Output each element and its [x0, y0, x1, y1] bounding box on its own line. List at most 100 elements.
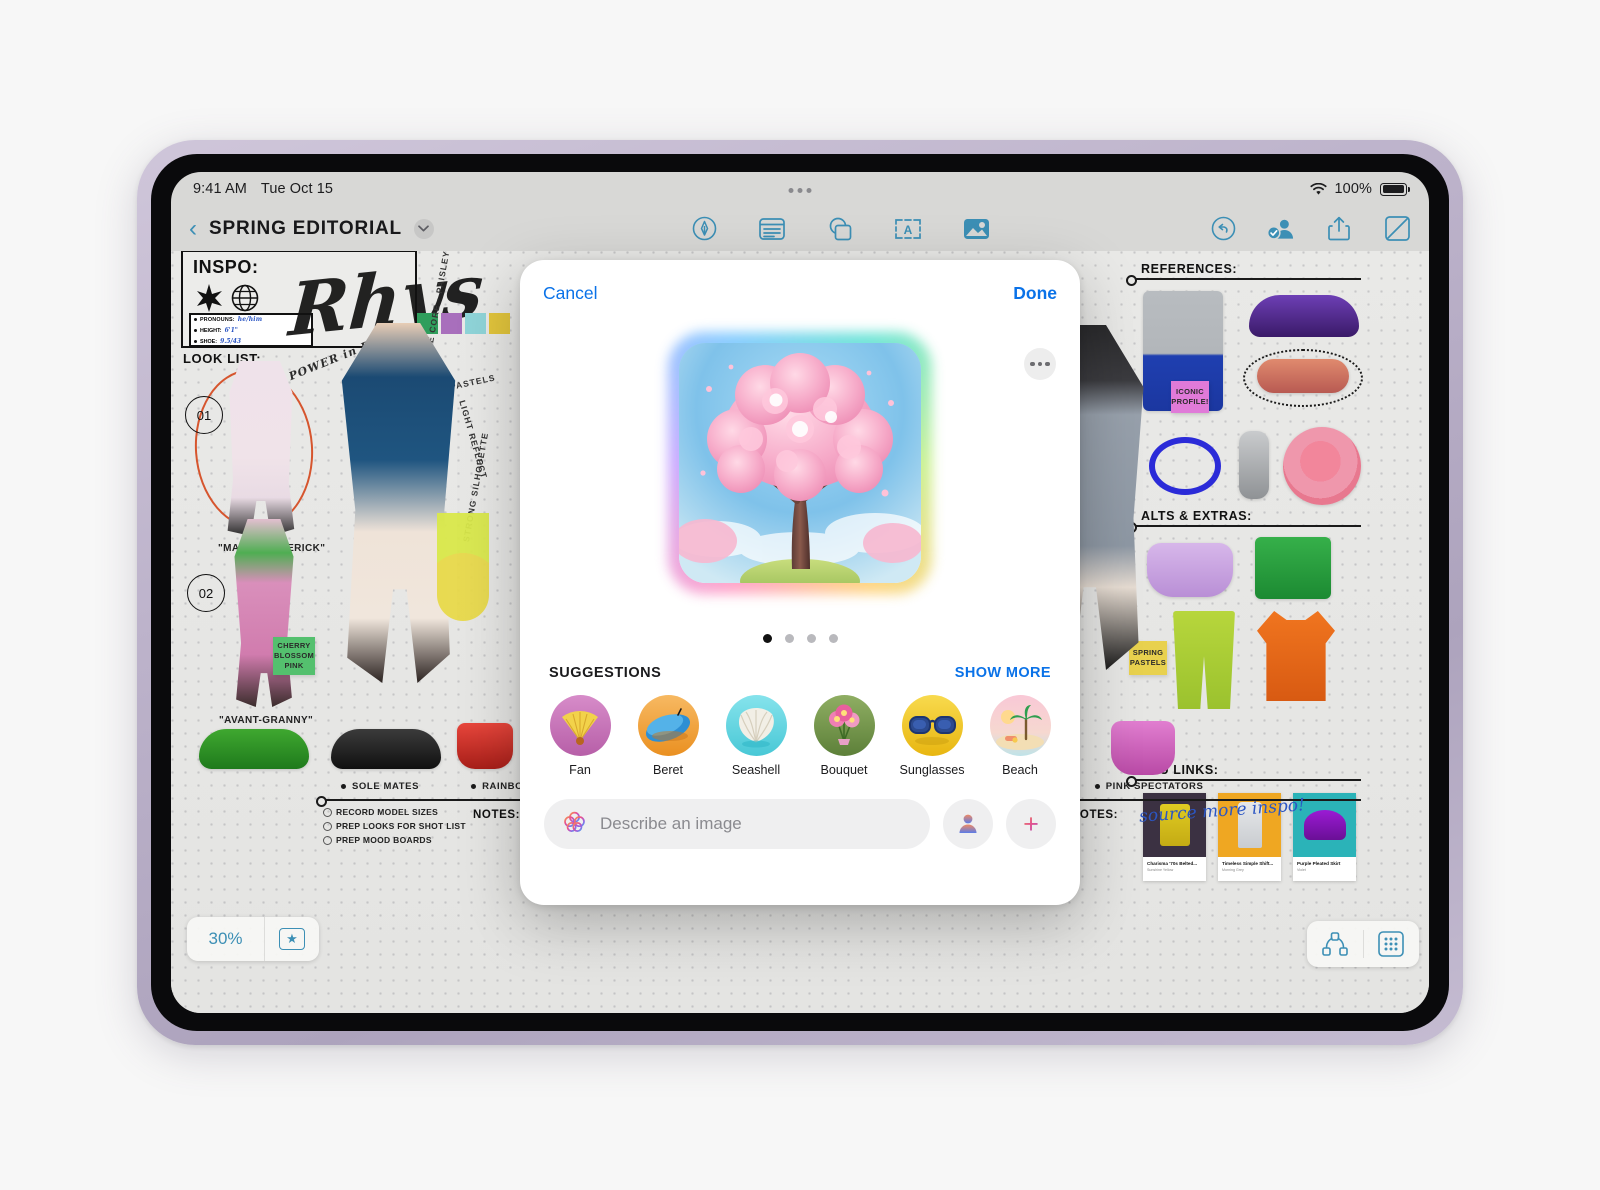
look-01-number: 01 — [185, 396, 223, 434]
mesh-tote-bag[interactable] — [437, 513, 489, 621]
suggestion-label: Beach — [1002, 763, 1038, 777]
ipad-device-frame: INSPO: PRONOUNS: he/him HEIGHT: 6'1" SHO… — [137, 140, 1463, 1045]
grid-icon[interactable] — [1364, 931, 1420, 957]
red-boots-photo[interactable] — [457, 723, 513, 769]
swatch — [441, 313, 462, 334]
lilac-handbag-photo[interactable] — [1147, 543, 1233, 597]
silver-earrings-photo[interactable] — [1239, 431, 1269, 499]
device-screen: INSPO: PRONOUNS: he/him HEIGHT: 6'1" SHO… — [171, 172, 1429, 1013]
generated-image-card[interactable] — [668, 332, 932, 594]
checklist-label: PREP MOOD BOARDS — [336, 835, 432, 845]
photo-media-icon[interactable] — [962, 215, 990, 243]
sticky-note-iconic-profile[interactable]: ICONIC PROFILE! — [1171, 381, 1209, 413]
suggestion-label: Beret — [652, 763, 684, 777]
checkbox-icon[interactable] — [323, 835, 332, 845]
note-card-icon[interactable] — [758, 215, 786, 243]
favorite-button[interactable]: ★ — [265, 928, 319, 950]
profile-field-pronouns: PRONOUNS: he/him — [194, 316, 262, 323]
suggestion-label: Seashell — [731, 763, 781, 777]
look-02-number: 02 — [187, 574, 225, 612]
bouquet-icon — [813, 695, 875, 756]
generated-image-stage — [520, 326, 1080, 626]
ellipsis-icon[interactable] — [1024, 348, 1056, 380]
status-bar-right: 100% — [1309, 181, 1410, 197]
references-heading: REFERENCES: — [1141, 262, 1238, 276]
undo-icon[interactable] — [1209, 215, 1237, 243]
generated-image[interactable] — [679, 343, 921, 583]
toolbar-left: ‹ SPRING EDITORIAL — [189, 216, 489, 241]
text-box-icon[interactable]: A — [894, 215, 922, 243]
beach-icon — [989, 695, 1051, 756]
prompt-row: Describe an image + — [520, 777, 1080, 849]
zoom-level-value[interactable]: 30% — [187, 929, 264, 949]
globe-icon — [231, 284, 259, 312]
orange-tank-top-photo[interactable] — [1257, 611, 1335, 701]
status-date: Tue Oct 15 — [260, 181, 334, 197]
star-burst-icon — [197, 284, 222, 312]
share-icon[interactable] — [1325, 215, 1353, 243]
shapes-icon[interactable] — [826, 215, 854, 243]
chevron-left-icon[interactable]: ‹ — [189, 216, 197, 241]
page-dots[interactable] — [520, 634, 1080, 643]
profile-label: PRONOUNS: — [200, 316, 235, 323]
swatch — [465, 313, 486, 334]
person-button[interactable] — [943, 799, 993, 849]
sticky-note-spring-pastels[interactable]: SPRING PASTELS — [1129, 641, 1167, 675]
canvas-view-controls[interactable] — [1307, 921, 1419, 967]
profile-label: HEIGHT: — [200, 327, 222, 334]
wifi-icon — [1309, 182, 1327, 196]
green-tote-bag-photo[interactable] — [1255, 537, 1331, 599]
suggestion-bouquet[interactable]: Bouquet — [808, 695, 880, 777]
cancel-button[interactable]: Cancel — [543, 283, 597, 304]
checkbox-icon[interactable] — [323, 821, 332, 831]
suggestions-title: SUGGESTIONS — [549, 665, 662, 681]
sticky-note-cherry-blossom[interactable]: CHERRY BLOSSOM PINK — [273, 637, 315, 675]
screenshot-root: INSPO: PRONOUNS: he/him HEIGHT: 6'1" SHO… — [0, 0, 1600, 1190]
lime-trousers-photo[interactable] — [1173, 611, 1235, 709]
suggestion-beach[interactable]: Beach — [984, 695, 1056, 777]
look-tag: PINK SPECTATORS — [1095, 781, 1204, 792]
checklist-left-item[interactable]: RECORD MODEL SIZES — [323, 807, 438, 817]
look-tag: SOLE MATES — [341, 781, 419, 792]
purple-visor-sunglasses-photo[interactable] — [1249, 295, 1359, 337]
pink-boots-photo[interactable] — [1111, 721, 1175, 775]
profile-value: 6'1" — [224, 327, 238, 334]
suggestion-beret[interactable]: Beret — [632, 695, 704, 777]
peony-flower-photo[interactable] — [1283, 427, 1361, 505]
alts-extras-rule — [1126, 522, 1361, 533]
chevron-down-icon[interactable] — [413, 218, 434, 239]
green-loafers-photo[interactable] — [199, 729, 309, 769]
suggestion-label: Sunglasses — [899, 763, 965, 777]
status-time: 9:41 AM — [193, 181, 247, 197]
suggestion-seashell[interactable]: Seashell — [720, 695, 792, 777]
page-dot-active[interactable] — [762, 634, 772, 643]
checklist-label: RECORD MODEL SIZES — [336, 807, 439, 817]
show-more-button[interactable]: SHOW MORE — [955, 665, 1051, 681]
device-bezel: INSPO: PRONOUNS: he/him HEIGHT: 6'1" SHO… — [151, 154, 1449, 1031]
node-diagram-icon[interactable] — [1307, 932, 1363, 956]
battery-icon — [1380, 182, 1410, 196]
person-check-icon[interactable] — [1267, 215, 1295, 243]
suggestion-fan[interactable]: Fan — [544, 695, 616, 777]
page-dot[interactable] — [784, 634, 794, 643]
done-button[interactable]: Done — [1013, 283, 1057, 304]
beret-icon — [637, 695, 699, 756]
suggestion-sunglasses[interactable]: Sunglasses — [896, 695, 968, 777]
center-model-photo[interactable] — [341, 323, 456, 683]
add-button[interactable]: + — [1006, 799, 1056, 849]
checklist-left-item[interactable]: PREP LOOKS FOR SHOT LIST — [323, 821, 466, 831]
page-dot[interactable] — [806, 634, 816, 643]
pen-circle-icon[interactable] — [690, 215, 718, 243]
sku-name: Purple Pleated Skirt — [1297, 861, 1341, 866]
blue-cord-photo[interactable] — [1149, 437, 1221, 495]
checklist-left-item[interactable]: PREP MOOD BOARDS — [323, 835, 432, 845]
search-input[interactable]: Describe an image — [544, 799, 930, 849]
black-derby-shoes-photo[interactable] — [331, 729, 441, 769]
plus-icon: + — [1023, 808, 1039, 839]
checkbox-icon[interactable] — [323, 807, 332, 817]
window-handle-dots[interactable] — [788, 188, 812, 193]
page-dot[interactable] — [828, 634, 838, 643]
compose-icon[interactable] — [1383, 215, 1411, 243]
tinted-round-sunglasses-photo[interactable] — [1257, 359, 1349, 393]
zoom-control[interactable]: 30% ★ — [187, 917, 319, 961]
